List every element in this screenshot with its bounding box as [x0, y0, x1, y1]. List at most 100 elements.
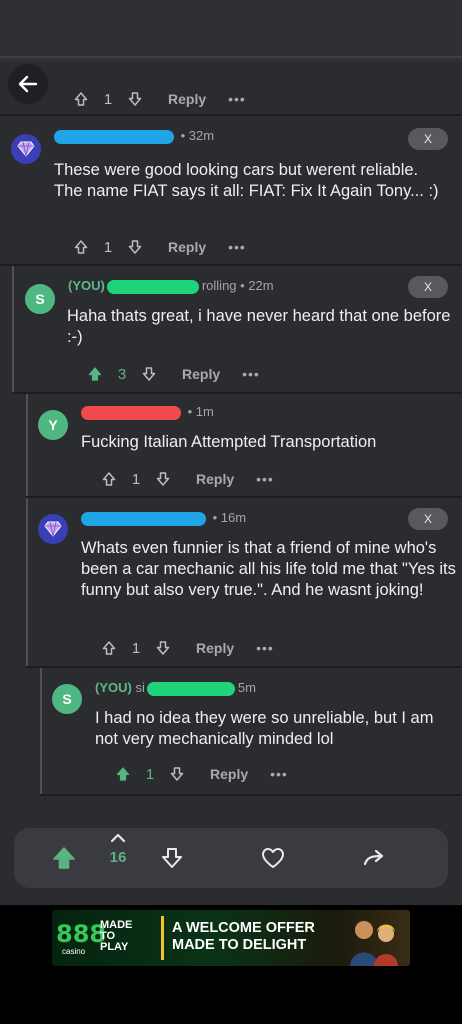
comment-meta: • 1m: [81, 404, 214, 420]
thread-line: [26, 498, 28, 668]
comment-meta: • 32m: [54, 128, 214, 144]
comment-time: • 22m: [240, 278, 274, 293]
reply-button[interactable]: Reply: [168, 239, 206, 255]
score: 1: [131, 470, 141, 488]
avatar[interactable]: [11, 134, 41, 164]
reply-button[interactable]: Reply: [168, 91, 206, 107]
post-score: 16: [109, 848, 127, 866]
ad-tagline: MADE TO PLAY: [100, 919, 133, 953]
comment: S (YOU) si 5m I had no idea they were so …: [40, 668, 462, 796]
chevron-up-icon: [110, 833, 126, 843]
upvote-icon[interactable]: [70, 88, 92, 110]
comment-meta: (YOU) si 5m: [95, 680, 256, 696]
score: 3: [117, 365, 127, 383]
comment-actions: 1 Reply •••: [112, 761, 288, 787]
upvote-icon-active[interactable]: [84, 363, 106, 385]
comment-actions: 3 Reply •••: [84, 361, 260, 387]
redacted-username: [146, 681, 235, 696]
thread-line: [26, 394, 28, 498]
downvote-icon[interactable]: [138, 363, 160, 385]
you-badge: (YOU): [95, 680, 132, 695]
upvote-post-button[interactable]: [48, 842, 80, 874]
ad-people-illustration: [350, 920, 398, 966]
comment-time: 5m: [237, 680, 256, 695]
upvote-icon[interactable]: [98, 637, 120, 659]
comment-actions: 1 Reply •••: [70, 234, 246, 260]
avatar[interactable]: S: [25, 284, 55, 314]
downvote-icon[interactable]: [152, 468, 174, 490]
comment: • 16m X Whats even funnier is that a fri…: [26, 498, 462, 668]
comment-body: Haha thats great, i have never heard tha…: [67, 307, 451, 346]
more-options-button[interactable]: •••: [256, 471, 274, 487]
comment-body: Fucking Italian Attempted Transportation: [81, 433, 377, 451]
comment-body: I had no idea they were so unreliable, b…: [95, 709, 434, 748]
downvote-icon[interactable]: [152, 637, 174, 659]
comment: Y • 1m Fucking Italian Attempted Transpo…: [26, 394, 462, 498]
hide-button[interactable]: X: [408, 276, 448, 298]
more-options-button[interactable]: •••: [242, 366, 260, 382]
gem-icon: [17, 141, 35, 157]
reply-button[interactable]: Reply: [196, 471, 234, 487]
gem-icon: [44, 521, 62, 537]
redacted-username: [54, 129, 174, 144]
redacted-username: [106, 279, 199, 294]
downvote-post-button[interactable]: [156, 842, 188, 874]
thread-line: [40, 668, 42, 796]
comment: S (YOU) rolling • 22m X Haha thats great,…: [12, 266, 462, 394]
ad-logo: 888: [56, 920, 107, 948]
score: 1: [103, 238, 113, 256]
upvote-icon-active[interactable]: [112, 763, 134, 785]
comment-meta: (YOU) rolling • 22m: [68, 278, 274, 294]
reply-button[interactable]: Reply: [210, 766, 248, 782]
arrow-left-icon: [18, 75, 38, 93]
score: 1: [103, 90, 113, 108]
ad-logo-sub: casino: [62, 947, 86, 956]
you-badge: (YOU): [68, 278, 105, 293]
post-action-bar: 16: [14, 828, 448, 888]
advertisement-banner[interactable]: 888 casino MADE TO PLAY A WELCOME OFFER …: [52, 910, 410, 966]
comment-time: • 1m: [187, 404, 214, 419]
comment: • 32m X These were good looking cars but…: [0, 114, 462, 266]
upvote-icon[interactable]: [70, 236, 92, 258]
upvote-icon[interactable]: [98, 468, 120, 490]
ad-offer-line2: MADE TO DELIGHT: [172, 937, 307, 953]
username-fragment: si: [135, 680, 145, 695]
more-options-button[interactable]: •••: [270, 766, 288, 782]
favorite-button[interactable]: [257, 842, 289, 874]
more-options-button[interactable]: •••: [256, 640, 274, 656]
collapse-button[interactable]: [102, 830, 134, 846]
downvote-icon[interactable]: [124, 88, 146, 110]
share-arrow-icon: [363, 849, 384, 866]
redacted-username: [81, 511, 206, 526]
username-fragment: rolling: [201, 278, 237, 293]
downvote-icon: [162, 848, 182, 868]
more-options-button[interactable]: •••: [228, 239, 246, 255]
downvote-icon[interactable]: [124, 236, 146, 258]
comment-body: These were good looking cars but werent …: [54, 161, 439, 200]
back-button[interactable]: [8, 64, 48, 104]
comment-time: • 16m: [212, 510, 247, 525]
hide-button[interactable]: X: [408, 508, 448, 530]
comment-body: Whats even funnier is that a friend of m…: [81, 539, 456, 599]
ad-separator: [161, 916, 164, 960]
comment-actions: 1 Reply •••: [70, 86, 246, 112]
ad-offer-line1: A WELCOME OFFER: [172, 920, 315, 936]
reply-button[interactable]: Reply: [182, 366, 220, 382]
thread-line: [12, 266, 14, 394]
downvote-icon[interactable]: [166, 763, 188, 785]
reply-button[interactable]: Reply: [196, 640, 234, 656]
more-options-button[interactable]: •••: [228, 91, 246, 107]
avatar[interactable]: S: [52, 684, 82, 714]
upvote-icon-active: [53, 847, 75, 869]
avatar[interactable]: [38, 514, 68, 544]
previous-content: [0, 0, 462, 62]
hide-button[interactable]: X: [408, 128, 448, 150]
share-button[interactable]: [358, 842, 390, 874]
comment-time: • 32m: [180, 128, 215, 143]
comment-meta: • 16m: [81, 510, 246, 526]
avatar[interactable]: Y: [38, 410, 68, 440]
comment-actions: 1 Reply •••: [98, 635, 274, 661]
comment-actions: 1 Reply •••: [98, 466, 274, 492]
score: 1: [145, 765, 155, 783]
score: 1: [131, 639, 141, 657]
